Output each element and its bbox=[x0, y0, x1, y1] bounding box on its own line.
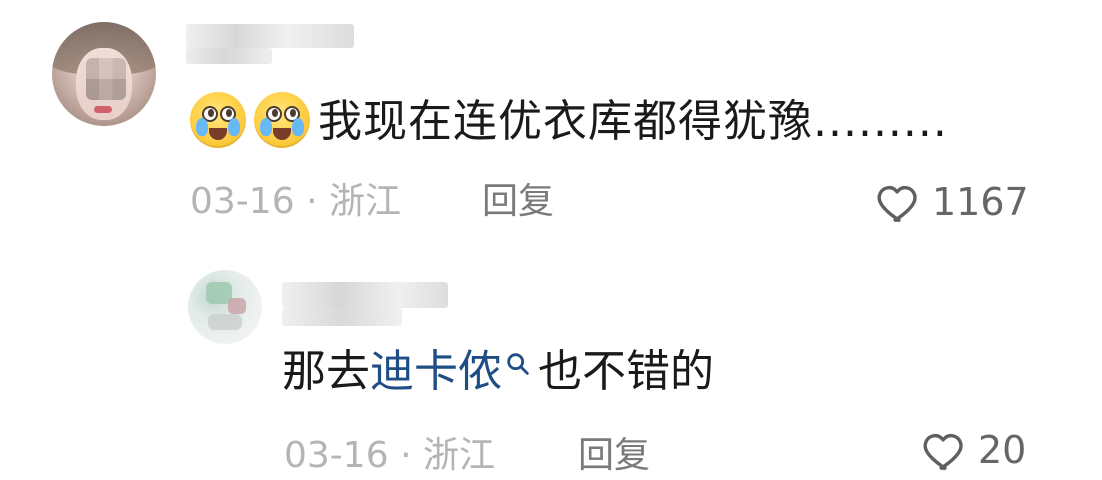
like-count: 1167 bbox=[932, 180, 1029, 224]
comment-text-prefix: 那去 bbox=[282, 346, 370, 397]
emoji-mouth bbox=[209, 128, 227, 140]
crying-face-emoji bbox=[254, 92, 310, 148]
avatar-mosaic-block bbox=[208, 314, 242, 330]
brand-link[interactable]: 迪卡侬 bbox=[370, 342, 502, 402]
avatar-lips bbox=[94, 106, 112, 113]
avatar[interactable] bbox=[52, 22, 156, 126]
like-button[interactable]: 1167 bbox=[876, 176, 1029, 228]
username-blurred[interactable] bbox=[282, 282, 448, 308]
emoji-tear-right bbox=[228, 118, 240, 136]
username-blurred-line bbox=[282, 308, 402, 326]
meta-separator: · bbox=[400, 435, 412, 476]
crying-face-emoji bbox=[190, 92, 246, 148]
comment-text-suffix: 也不错的 bbox=[538, 346, 714, 397]
search-icon[interactable] bbox=[504, 350, 532, 378]
comment-date: 03-16 bbox=[284, 435, 389, 476]
avatar[interactable] bbox=[188, 270, 262, 344]
meta-separator: · bbox=[306, 181, 318, 222]
username-blurred[interactable] bbox=[186, 24, 354, 48]
heart-icon bbox=[923, 433, 963, 470]
like-button[interactable]: 20 bbox=[922, 424, 1026, 476]
like-count: 20 bbox=[978, 428, 1027, 472]
emoji-tear-left bbox=[260, 118, 272, 136]
reply-button[interactable]: 回复 bbox=[578, 432, 650, 480]
emoji-tear-left bbox=[196, 118, 208, 136]
reply-button[interactable]: 回复 bbox=[482, 178, 554, 226]
comment-location: 浙江 bbox=[422, 435, 495, 476]
comment-meta: 03-16 · 浙江 bbox=[190, 178, 401, 226]
avatar-mosaic-block bbox=[228, 298, 246, 314]
emoji-mouth bbox=[273, 128, 291, 140]
emoji-tear-right bbox=[292, 118, 304, 136]
heart-icon bbox=[877, 185, 917, 222]
comment-meta: 03-16 · 浙江 bbox=[284, 432, 495, 480]
comment-location: 浙江 bbox=[328, 181, 401, 222]
comment-text: 那去 迪卡侬 也不错的 bbox=[282, 342, 714, 402]
comment-date: 03-16 bbox=[190, 181, 295, 222]
username-blurred-line bbox=[186, 48, 272, 64]
avatar-mosaic bbox=[86, 58, 126, 100]
comment-text: 我现在连优衣库都得犹豫......... bbox=[318, 96, 948, 147]
